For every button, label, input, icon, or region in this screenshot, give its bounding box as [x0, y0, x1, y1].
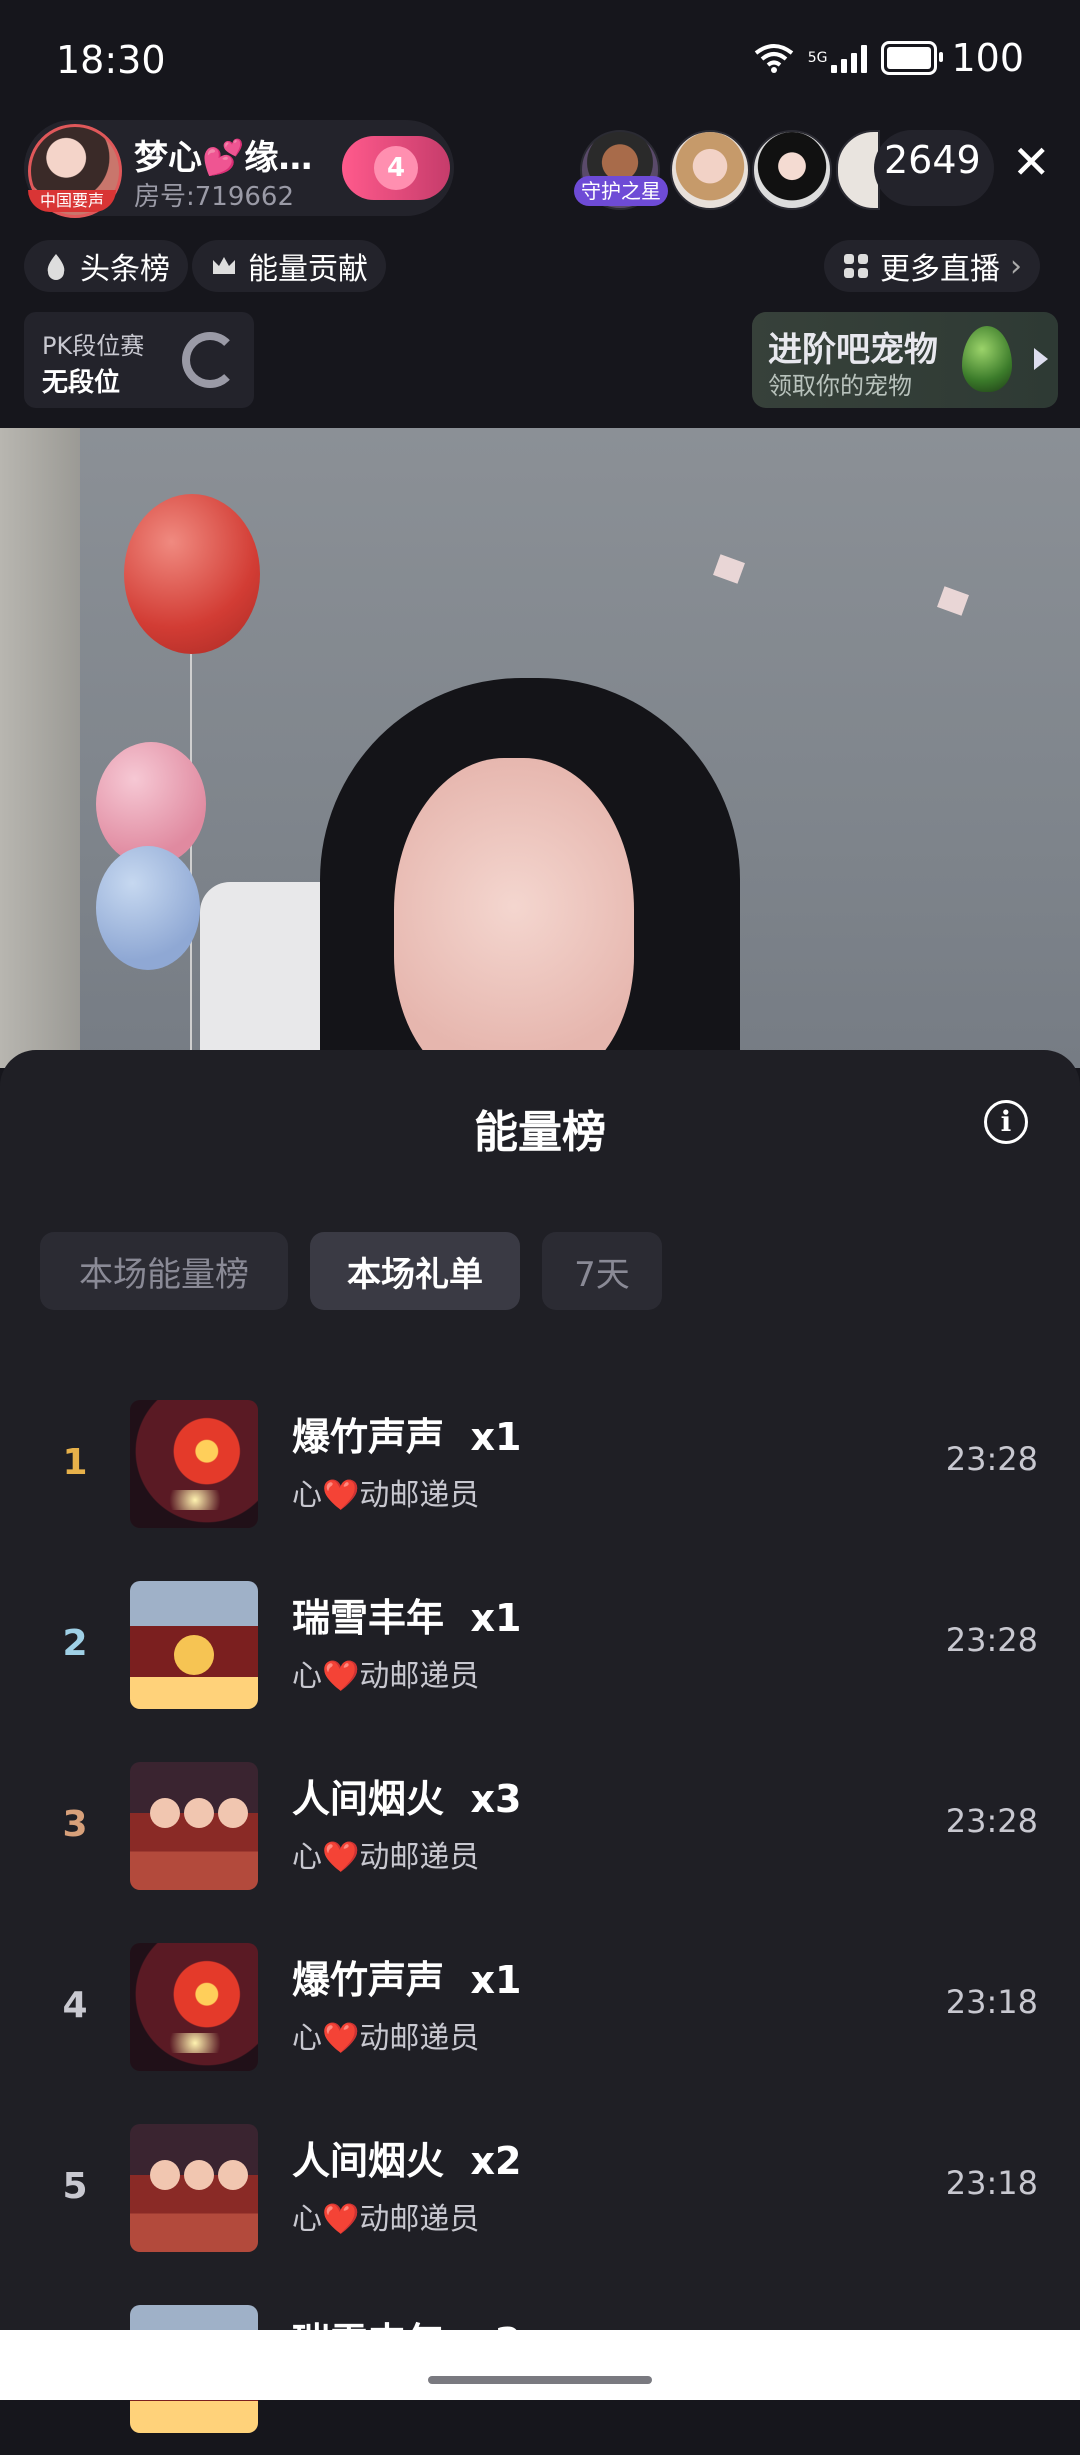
- battery-icon: [881, 41, 944, 75]
- chevron-right-icon: ›: [1010, 248, 1022, 284]
- pet-subtitle: 领取你的宠物: [768, 372, 912, 400]
- status-bar-icons: 5G 100: [754, 36, 1024, 80]
- viewer-count[interactable]: 2649: [884, 138, 981, 182]
- more-live-label: 更多直播: [880, 252, 1000, 287]
- close-icon[interactable]: ✕: [1012, 139, 1051, 185]
- fan-level: 4: [374, 146, 418, 190]
- gift-thumbnail: [130, 1943, 258, 2071]
- guard-star-tag: 守护之星: [574, 176, 668, 206]
- viewer-avatar[interactable]: [670, 130, 750, 210]
- host-name[interactable]: 梦心💕缘…: [134, 130, 312, 179]
- headline-rank-label: 头条榜: [80, 252, 170, 287]
- curtain: [0, 428, 80, 1068]
- home-indicator[interactable]: [428, 2376, 652, 2384]
- fan-level-badge[interactable]: 4: [342, 136, 450, 200]
- gift-name: 爆竹声声 x1: [292, 1415, 522, 1459]
- balloon-string: [190, 654, 192, 1068]
- wall-decoration: [713, 554, 745, 584]
- network-type: 5G: [807, 50, 828, 66]
- rank-number: 4: [62, 1985, 88, 2026]
- sheet-title: 能量榜: [474, 1107, 606, 1158]
- gift-time: 23:18: [945, 2164, 1038, 2202]
- gift-list-row[interactable]: 1 爆竹声声 x1 心❤️动邮递员 23:28: [0, 1370, 1080, 1550]
- tab-7-days[interactable]: 7天: [542, 1232, 662, 1310]
- gift-name: 人间烟火 x3: [292, 1777, 522, 1821]
- tab-session-energy[interactable]: 本场能量榜: [40, 1232, 288, 1310]
- sender-name: 心❤️动邮递员: [292, 1840, 480, 1875]
- crown-icon: [213, 257, 235, 274]
- pk-rank: 无段位: [42, 368, 121, 398]
- tab-session-gifts[interactable]: 本场礼单: [310, 1232, 520, 1310]
- wall-decoration: [937, 586, 969, 616]
- gift-thumbnail: [130, 1581, 258, 1709]
- room-number: 房号:719662: [134, 182, 295, 212]
- headline-rank-button[interactable]: 头条榜: [24, 240, 188, 292]
- more-live-button[interactable]: 更多直播 ›: [824, 240, 1040, 292]
- sender-name: 心❤️动邮递员: [292, 2202, 480, 2237]
- drop-icon: [47, 254, 65, 280]
- host-avatar-tag: 中国要声: [28, 190, 116, 212]
- info-icon[interactable]: i: [984, 1100, 1028, 1144]
- live-video[interactable]: [0, 428, 1080, 1068]
- status-time: 18:30: [56, 38, 166, 82]
- viewer-avatar[interactable]: [752, 130, 832, 210]
- balloon-blue: [96, 846, 200, 970]
- rank-number: 5: [62, 2166, 88, 2207]
- sender-name: 心❤️动邮递员: [292, 1659, 480, 1694]
- energy-contribution-label: 能量贡献: [248, 252, 368, 287]
- sender-name: 心❤️动邮递员: [292, 1478, 480, 1513]
- streamer-face: [394, 758, 634, 1068]
- gift-name: 瑞雪丰年 x1: [292, 1596, 522, 1640]
- navigation-bar: [0, 2330, 1080, 2400]
- gift-list-row[interactable]: 3 人间烟火 x3 心❤️动邮递员 23:28: [0, 1732, 1080, 1912]
- gift-time: 23:28: [945, 1621, 1038, 1659]
- gift-thumbnail: [130, 1762, 258, 1890]
- wifi-icon: [754, 44, 793, 73]
- pk-emblem-icon: [182, 332, 238, 388]
- signal-icon: [831, 43, 868, 73]
- balloon-red: [124, 494, 260, 654]
- gift-list-row[interactable]: 4 爆竹声声 x1 心❤️动邮递员 23:18: [0, 1913, 1080, 2093]
- gift-time: 23:28: [945, 1440, 1038, 1478]
- pet-title: 进阶吧宠物: [768, 330, 938, 370]
- play-arrow-icon: [1034, 348, 1048, 370]
- gift-name: 人间烟火 x2: [292, 2139, 522, 2183]
- pk-title: PK段位赛: [42, 332, 145, 360]
- rank-number: 2: [62, 1623, 88, 1664]
- gift-time: 23:18: [945, 1983, 1038, 2021]
- gift-thumbnail: [130, 2124, 258, 2252]
- energy-contribution-button[interactable]: 能量贡献: [192, 240, 386, 292]
- gift-list-row[interactable]: 2 瑞雪丰年 x1 心❤️动邮递员 23:28: [0, 1551, 1080, 1731]
- gift-name: 爆竹声声 x1: [292, 1958, 522, 2002]
- gift-thumbnail: [130, 1400, 258, 1528]
- gift-time: 23:28: [945, 1802, 1038, 1840]
- rank-number: 1: [62, 1442, 88, 1483]
- gift-list-row[interactable]: 5 人间烟火 x2 心❤️动邮递员 23:18: [0, 2094, 1080, 2274]
- sender-name: 心❤️动邮递员: [292, 2021, 480, 2056]
- grid-icon: [844, 254, 868, 278]
- rank-number: 3: [62, 1804, 88, 1845]
- battery-level: 100: [951, 36, 1024, 80]
